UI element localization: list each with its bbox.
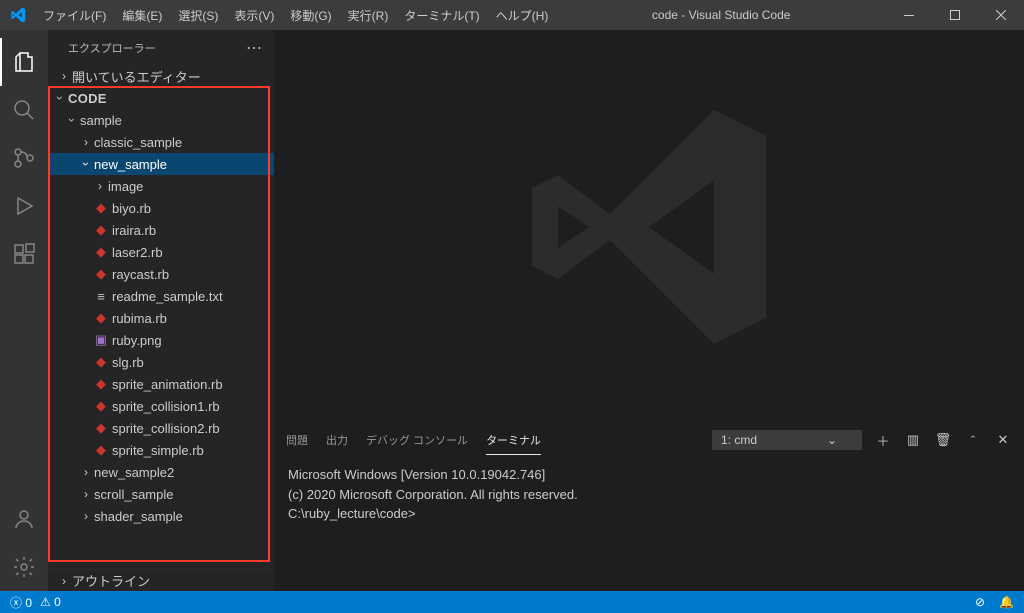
folder-new-sample[interactable]: ›new_sample [48, 153, 274, 175]
status-warnings[interactable]: ⚠ 0 [40, 595, 61, 609]
vscode-logo-icon [0, 7, 35, 23]
folder-scroll-sample[interactable]: ›scroll_sample [48, 483, 274, 505]
file-tree: ›開いているエディター ›CODE ›sample ›classic_sampl… [48, 65, 274, 569]
terminal-line: (c) 2020 Microsoft Corporation. All righ… [288, 485, 1010, 505]
file-sprite-col2[interactable]: ◆sprite_collision2.rb [48, 417, 274, 439]
activity-extensions-icon[interactable] [0, 230, 48, 278]
file-sprite-simple[interactable]: ◆sprite_simple.rb [48, 439, 274, 461]
folder-shader-sample[interactable]: ›shader_sample [48, 505, 274, 527]
menu-terminal[interactable]: ターミナル(T) [396, 0, 487, 30]
ruby-icon: ◆ [92, 420, 110, 436]
window-controls [886, 0, 1024, 30]
editor-empty [274, 30, 1024, 423]
folder-sample[interactable]: ›sample [48, 109, 274, 131]
folder-root[interactable]: ›CODE [48, 87, 274, 109]
panel-tabs: 問題 出力 デバッグ コンソール ターミナル 1: cmd⌄ ＋ ▥ 🗑 ˆ ✕ [274, 424, 1024, 457]
folder-image[interactable]: ›image [48, 175, 274, 197]
menu-run[interactable]: 実行(R) [340, 0, 397, 30]
kill-terminal-icon[interactable]: 🗑 [934, 432, 952, 448]
menu-help[interactable]: ヘルプ(H) [488, 0, 557, 30]
menu-file[interactable]: ファイル(F) [35, 0, 114, 30]
status-feedback-icon[interactable]: ⊘ [975, 595, 985, 609]
activity-settings-icon[interactable] [0, 543, 48, 591]
status-errors[interactable]: ⓧ 0 [10, 594, 32, 611]
menu-view[interactable]: 表示(V) [226, 0, 282, 30]
menu-go[interactable]: 移動(G) [282, 0, 339, 30]
maximize-panel-icon[interactable]: ˆ [964, 433, 982, 448]
terminal-selector[interactable]: 1: cmd⌄ [712, 430, 862, 450]
file-iraira[interactable]: ◆iraira.rb [48, 219, 274, 241]
folder-new-sample2[interactable]: ›new_sample2 [48, 461, 274, 483]
close-panel-icon[interactable]: ✕ [994, 432, 1012, 448]
tab-debug-console[interactable]: デバッグ コンソール [366, 426, 468, 454]
terminal-line: Microsoft Windows [Version 10.0.19042.74… [288, 465, 1010, 485]
terminal-prompt: C:\ruby_lecture\code> [288, 504, 1010, 524]
ruby-icon: ◆ [92, 398, 110, 414]
tab-problems[interactable]: 問題 [286, 426, 308, 454]
activity-explorer-icon[interactable] [0, 38, 48, 86]
menu-bar: ファイル(F) 編集(E) 選択(S) 表示(V) 移動(G) 実行(R) ター… [35, 0, 556, 30]
sidebar-header: エクスプローラー ⋯ [48, 30, 274, 65]
window-title: code - Visual Studio Code [556, 8, 886, 22]
image-icon: ▣ [92, 332, 110, 348]
activity-debug-icon[interactable] [0, 182, 48, 230]
titlebar: ファイル(F) 編集(E) 選択(S) 表示(V) 移動(G) 実行(R) ター… [0, 0, 1024, 30]
terminal-output[interactable]: Microsoft Windows [Version 10.0.19042.74… [274, 457, 1024, 591]
file-sprite-col1[interactable]: ◆sprite_collision1.rb [48, 395, 274, 417]
file-rubypng[interactable]: ▣ruby.png [48, 329, 274, 351]
tab-output[interactable]: 出力 [326, 426, 348, 454]
activity-search-icon[interactable] [0, 86, 48, 134]
file-sprite-anim[interactable]: ◆sprite_animation.rb [48, 373, 274, 395]
sidebar-title: エクスプローラー [68, 40, 156, 56]
vscode-watermark-icon [519, 97, 779, 357]
file-laser2[interactable]: ◆laser2.rb [48, 241, 274, 263]
panel: 問題 出力 デバッグ コンソール ターミナル 1: cmd⌄ ＋ ▥ 🗑 ˆ ✕… [274, 423, 1024, 591]
activity-scm-icon[interactable] [0, 134, 48, 182]
section-outline[interactable]: ›アウトライン [48, 569, 274, 591]
menu-selection[interactable]: 選択(S) [170, 0, 226, 30]
tab-terminal[interactable]: ターミナル [486, 426, 541, 455]
close-button[interactable] [978, 0, 1024, 30]
ruby-icon: ◆ [92, 376, 110, 392]
sidebar-explorer: エクスプローラー ⋯ ›開いているエディター ›CODE ›sample ›cl… [48, 30, 274, 591]
new-terminal-icon[interactable]: ＋ [874, 431, 892, 450]
ruby-icon: ◆ [92, 266, 110, 282]
ruby-icon: ◆ [92, 222, 110, 238]
maximize-button[interactable] [932, 0, 978, 30]
file-slg[interactable]: ◆slg.rb [48, 351, 274, 373]
minimize-button[interactable] [886, 0, 932, 30]
ruby-icon: ◆ [92, 200, 110, 216]
activity-accounts-icon[interactable] [0, 495, 48, 543]
ruby-icon: ◆ [92, 442, 110, 458]
ruby-icon: ◆ [92, 310, 110, 326]
folder-classic-sample[interactable]: ›classic_sample [48, 131, 274, 153]
file-biyo[interactable]: ◆biyo.rb [48, 197, 274, 219]
activity-bar [0, 30, 48, 591]
status-bell-icon[interactable]: 🔔 [999, 595, 1014, 609]
file-raycast[interactable]: ◆raycast.rb [48, 263, 274, 285]
ruby-icon: ◆ [92, 354, 110, 370]
file-readme[interactable]: ≡readme_sample.txt [48, 285, 274, 307]
split-terminal-icon[interactable]: ▥ [904, 432, 922, 448]
statusbar: ⓧ 0 ⚠ 0 ⊘ 🔔 [0, 591, 1024, 613]
editor-area: 問題 出力 デバッグ コンソール ターミナル 1: cmd⌄ ＋ ▥ 🗑 ˆ ✕… [274, 30, 1024, 591]
more-icon[interactable]: ⋯ [246, 38, 262, 58]
text-icon: ≡ [92, 289, 110, 304]
file-rubima[interactable]: ◆rubima.rb [48, 307, 274, 329]
ruby-icon: ◆ [92, 244, 110, 260]
chevron-down-icon: ⌄ [827, 433, 837, 447]
menu-edit[interactable]: 編集(E) [114, 0, 170, 30]
section-open-editors[interactable]: ›開いているエディター [48, 65, 274, 87]
